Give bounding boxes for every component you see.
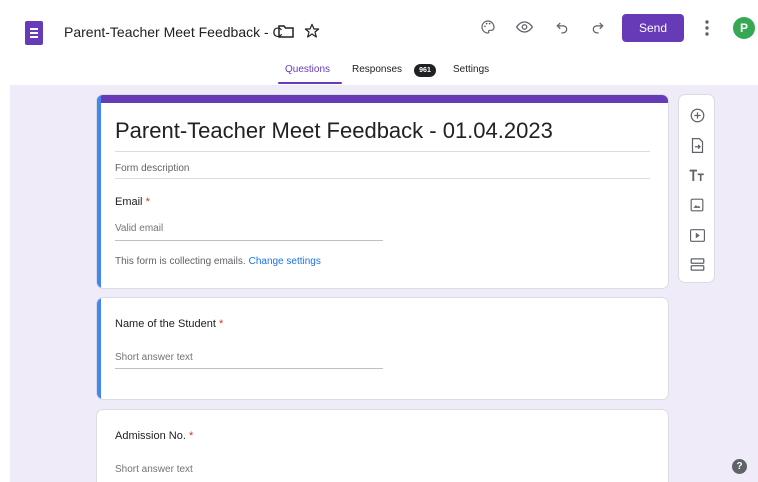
redo-icon[interactable] xyxy=(589,18,607,36)
undo-icon[interactable] xyxy=(553,18,571,36)
preview-eye-icon[interactable] xyxy=(515,18,533,36)
responses-count-badge: 961 xyxy=(414,64,436,77)
send-button[interactable]: Send xyxy=(622,14,684,42)
short-answer-underline xyxy=(115,368,383,369)
account-avatar[interactable]: P xyxy=(733,17,755,39)
email-label-text: Email xyxy=(115,196,143,208)
form-title[interactable]: Parent-Teacher Meet Feedback - 01.04.202… xyxy=(115,118,553,144)
tab-questions[interactable]: Questions xyxy=(285,64,330,75)
question-toolbar xyxy=(678,94,715,283)
description-underline xyxy=(115,178,650,179)
add-question-icon[interactable] xyxy=(688,106,706,124)
help-icon[interactable]: ? xyxy=(732,459,747,474)
question-title-text: Admission No. xyxy=(115,430,186,442)
short-answer-placeholder: Short answer text xyxy=(115,352,193,363)
add-video-icon[interactable] xyxy=(688,226,706,244)
add-title-icon[interactable] xyxy=(688,166,706,184)
palette-icon[interactable] xyxy=(479,18,497,36)
add-image-icon[interactable] xyxy=(688,196,706,214)
short-answer-placeholder: Short answer text xyxy=(115,464,193,475)
import-questions-icon[interactable] xyxy=(688,136,706,154)
required-asterisk: * xyxy=(218,318,224,330)
required-asterisk: * xyxy=(188,430,194,442)
more-options-icon[interactable] xyxy=(700,17,714,39)
question-title-text: Name of the Student xyxy=(115,318,216,330)
forms-app-icon[interactable] xyxy=(25,21,43,45)
change-settings-link[interactable]: Change settings xyxy=(249,256,321,267)
email-label: Email * xyxy=(115,196,150,208)
active-tab-indicator xyxy=(278,82,342,84)
question-title[interactable]: Admission No. * xyxy=(115,430,193,442)
required-asterisk: * xyxy=(145,196,150,208)
add-section-icon[interactable] xyxy=(688,255,706,273)
tab-responses[interactable]: Responses xyxy=(352,64,402,75)
email-underline xyxy=(115,240,383,241)
collecting-emails-note: This form is collecting emails. Change se… xyxy=(115,256,321,267)
selected-card-indicator xyxy=(97,298,101,399)
header-accent-bar xyxy=(97,95,668,103)
question-card[interactable] xyxy=(96,297,669,400)
form-description-field[interactable]: Form description xyxy=(115,163,189,174)
document-title[interactable]: Parent-Teacher Meet Feedback - C xyxy=(64,24,283,40)
collecting-emails-text: This form is collecting emails. xyxy=(115,256,246,267)
star-icon[interactable] xyxy=(303,22,321,40)
selected-card-indicator xyxy=(97,95,101,288)
folder-icon[interactable] xyxy=(277,23,295,39)
top-bar: Parent-Teacher Meet Feedback - C Send P xyxy=(0,0,758,58)
tab-settings[interactable]: Settings xyxy=(453,64,489,75)
title-underline xyxy=(115,151,650,152)
question-title[interactable]: Name of the Student * xyxy=(115,318,223,330)
email-input[interactable]: Valid email xyxy=(115,223,163,234)
editor-tabs: Questions Responses 961 Settings xyxy=(0,58,758,85)
